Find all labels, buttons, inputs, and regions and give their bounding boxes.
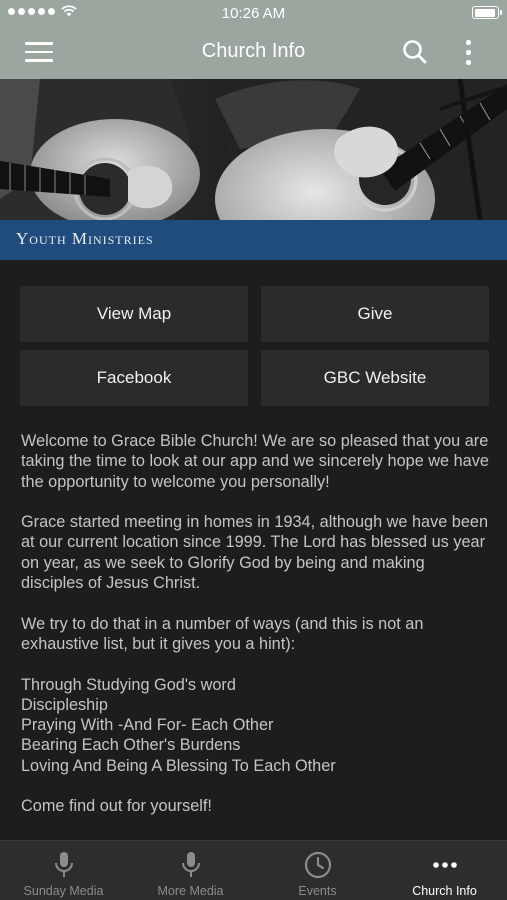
clock-icon — [304, 851, 331, 879]
search-icon[interactable] — [402, 39, 428, 65]
tab-label: Events — [298, 884, 337, 898]
page-title: Church Info — [201, 40, 306, 62]
give-button[interactable]: Give — [261, 286, 489, 342]
tab-more-media[interactable]: More Media — [127, 841, 254, 900]
list-item: Bearing Each Other's Burdens — [21, 736, 241, 755]
ways-paragraph: We try to do that in a number of ways (a… — [21, 614, 424, 653]
microphone-icon — [181, 852, 200, 877]
gbc-website-button[interactable]: GBC Website — [261, 350, 489, 406]
status-time: 10:26 AM — [221, 5, 286, 22]
banner-image: Youth Ministries — [0, 79, 507, 260]
list-item: Discipleship — [21, 695, 108, 714]
closing-text: Come find out for yourself! — [21, 797, 212, 816]
banner-caption: Youth Ministries — [16, 229, 154, 248]
view-map-button[interactable]: View Map — [20, 286, 248, 342]
tab-church-info[interactable]: Church Info — [381, 841, 507, 900]
more-horizontal-icon — [432, 862, 457, 868]
guitar-players-photo — [0, 79, 507, 260]
welcome-paragraph: Welcome to Grace Bible Church! We are so… — [21, 432, 489, 491]
more-options-icon[interactable] — [458, 38, 478, 66]
nav-bar: Church Info — [0, 26, 507, 79]
tab-bar: Sunday Media More Media Events Church In… — [0, 840, 507, 900]
microphone-icon — [54, 852, 73, 877]
tab-label: Sunday Media — [23, 884, 104, 898]
list-item: Loving And Being A Blessing To Each Othe… — [21, 756, 336, 775]
banner-caption-bar: Youth Ministries — [0, 220, 507, 260]
tab-sunday-media[interactable]: Sunday Media — [0, 841, 127, 900]
list-item: Praying With -And For- Each Other — [21, 716, 274, 735]
tab-label: Church Info — [412, 884, 477, 898]
battery-icon — [472, 6, 502, 19]
tab-label: More Media — [157, 884, 224, 898]
list-item: Through Studying God's word — [21, 675, 236, 694]
history-paragraph: Grace started meeting in homes in 1934, … — [21, 513, 489, 593]
facebook-button[interactable]: Facebook — [20, 350, 248, 406]
church-description: Welcome to Grace Bible Church! We are so… — [21, 431, 491, 837]
tab-events[interactable]: Events — [254, 841, 381, 900]
ways-list: Through Studying God's word Discipleship… — [21, 675, 491, 776]
status-bar: 10:26 AM — [0, 0, 507, 26]
